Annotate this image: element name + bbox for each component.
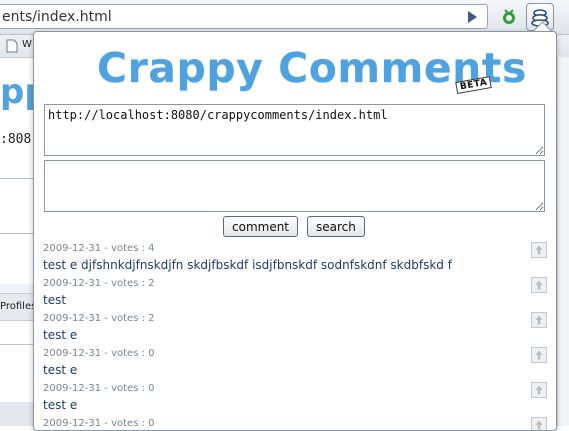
comment-text: test e: [43, 328, 78, 342]
comment-meta: 2009-12-31 - votes : 0: [43, 383, 155, 394]
comment-item: 2009-12-31 - votes : 4 test e djfshnkdjf…: [34, 240, 556, 275]
crappy-comments-popup: Crappy Comments BETA http://localhost:80…: [33, 31, 557, 431]
comment-meta: 2009-12-31 - votes : 0: [43, 348, 155, 359]
background-right-strip: [557, 57, 569, 426]
comment-date: 2009-12-31: [43, 278, 102, 289]
comment-votes: votes : 0: [111, 418, 155, 429]
comment-item: 2009-12-31 - votes : 0: [34, 415, 556, 431]
comment-votes: votes : 0: [111, 383, 155, 394]
comment-item: 2009-12-31 - votes : 0 test e: [34, 345, 556, 380]
comment-votes: votes : 4: [111, 243, 155, 254]
comment-votes: votes : 2: [111, 313, 155, 324]
comment-text: test e: [43, 363, 78, 377]
comment-list: 2009-12-31 - votes : 4 test e djfshnkdjf…: [34, 240, 556, 431]
background-divider: [0, 344, 33, 345]
bug-extension-icon[interactable]: [498, 6, 520, 28]
address-bar[interactable]: ents/index.html: [0, 4, 488, 29]
page-icon: [6, 39, 18, 53]
comment-text: test: [43, 293, 67, 307]
upvote-arrow-icon[interactable]: [531, 277, 547, 293]
comment-item: 2009-12-31 - votes : 2 test e: [34, 310, 556, 345]
comment-votes: votes : 0: [111, 348, 155, 359]
upvote-arrow-icon[interactable]: [531, 382, 547, 398]
background-tab-label: Profiles: [0, 301, 37, 312]
comment-votes: votes : 2: [111, 278, 155, 289]
upvote-arrow-icon[interactable]: [531, 312, 547, 328]
comment-meta: 2009-12-31 - votes : 4: [43, 243, 155, 254]
background-strip: [0, 284, 33, 293]
comment-text: test e: [43, 398, 78, 412]
background-profiles-tab[interactable]: Profiles: [0, 293, 37, 321]
upvote-arrow-icon[interactable]: [531, 242, 547, 258]
browser-toolbar: ents/index.html: [0, 0, 569, 35]
comment-button[interactable]: comment: [223, 216, 299, 237]
background-divider: [0, 178, 33, 179]
comment-item: 2009-12-31 - votes : 2 test: [34, 275, 556, 310]
comment-text: test e djfshnkdjfnskdjfn skdjfbskdf isdj…: [43, 258, 452, 272]
comment-date: 2009-12-31: [43, 418, 102, 429]
upvote-arrow-icon[interactable]: [531, 347, 547, 363]
comment-meta: 2009-12-31 - votes : 2: [43, 278, 155, 289]
address-bar-url: ents/index.html: [2, 9, 112, 25]
comment-date: 2009-12-31: [43, 243, 102, 254]
comment-date: 2009-12-31: [43, 383, 102, 394]
background-divider: [0, 233, 33, 234]
background-url-fragment: :808: [0, 132, 32, 147]
search-button[interactable]: search: [307, 216, 365, 237]
comment-date: 2009-12-31: [43, 313, 102, 324]
upvote-arrow-icon[interactable]: [531, 417, 547, 431]
url-field[interactable]: http://localhost:8080/crappycomments/ind…: [44, 104, 545, 156]
go-arrow-icon[interactable]: [462, 8, 482, 26]
comment-meta: 2009-12-31 - votes : 2: [43, 313, 155, 324]
comment-item: 2009-12-31 - votes : 0 test e: [34, 380, 556, 415]
comment-date: 2009-12-31: [43, 348, 102, 359]
comment-meta: 2009-12-31 - votes : 0: [43, 418, 155, 429]
comment-input[interactable]: [44, 160, 545, 212]
bookmark-item[interactable]: W: [22, 39, 32, 50]
background-footer-strip: [0, 402, 33, 426]
